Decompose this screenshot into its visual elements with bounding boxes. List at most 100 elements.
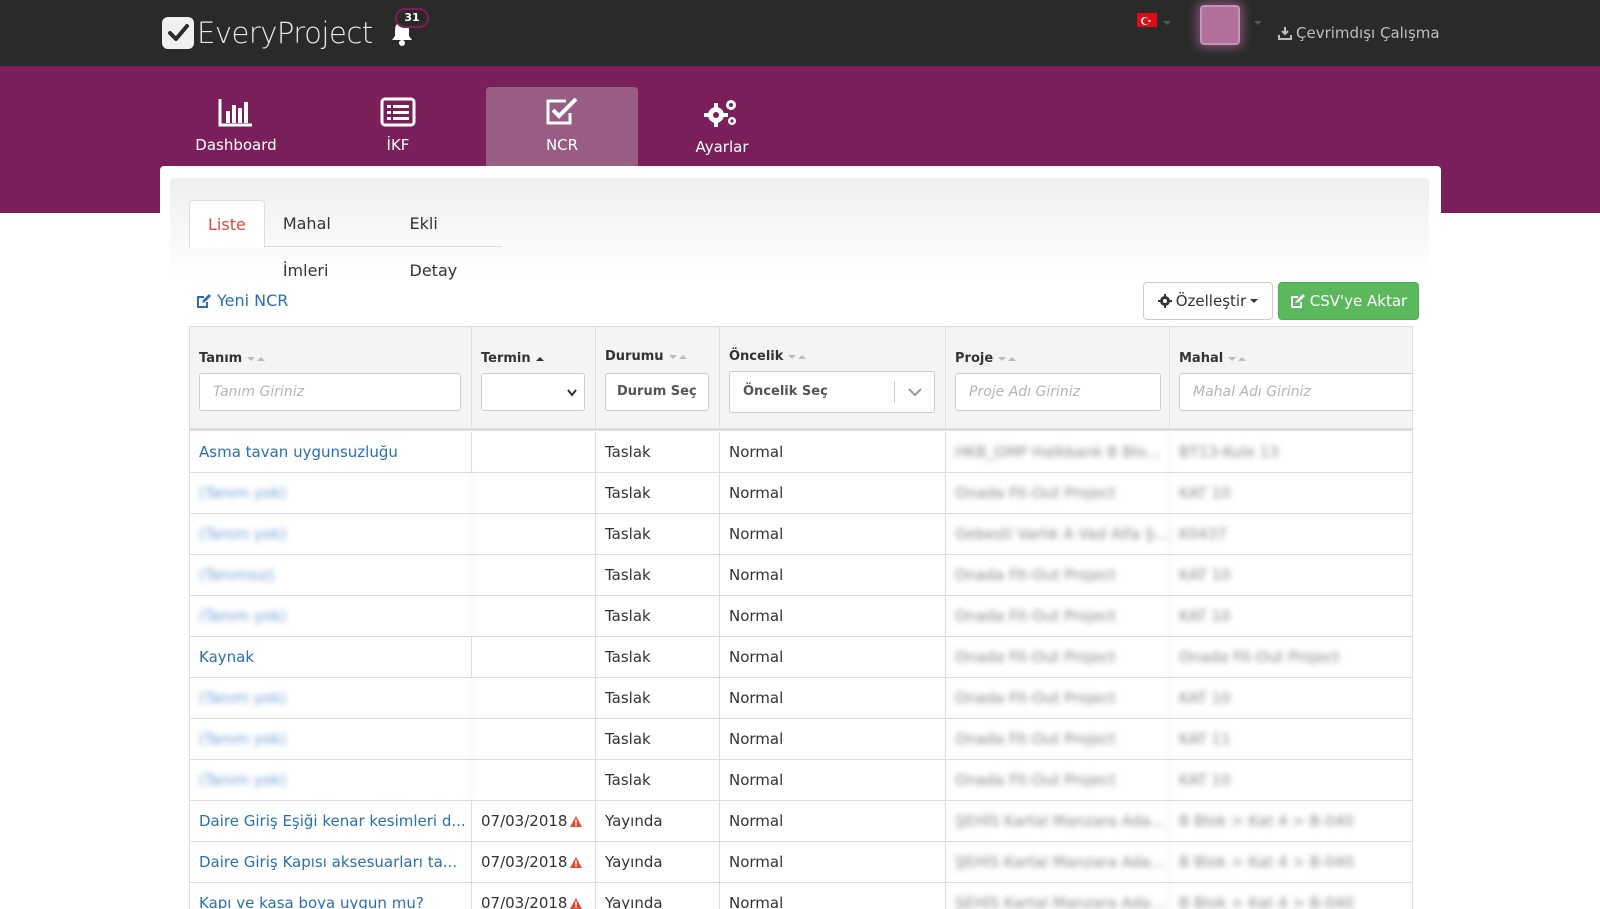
oncelik-text: Normal [729, 443, 784, 461]
column-durumu-header[interactable]: Durumu [605, 349, 687, 364]
table-row[interactable]: Kaynak Taslak Normal Onada Fit-Out Project O… [190, 637, 1412, 678]
durum-text: Taslak [605, 607, 651, 625]
avatar[interactable] [1200, 5, 1240, 45]
table-row[interactable]: Daire Giriş Kapısı aksesuarları ta... 07/… [190, 842, 1412, 883]
mahal-text: KAT 11 [1179, 730, 1231, 748]
proje-text: Onada Fit-Out Project [955, 689, 1116, 707]
brand-name: EveryProject [197, 16, 373, 50]
nav-dashboard[interactable]: Dashboard [160, 87, 312, 166]
column-oncelik-header[interactable]: Öncelik [729, 349, 807, 364]
cell-tanim[interactable]: Kaynak [190, 637, 472, 678]
cell-oncelik: Normal [720, 883, 946, 909]
cell-tanim[interactable]: (Tanımsız) [190, 555, 472, 596]
table-row[interactable]: (Tanımsız) Taslak Normal Onada Fit-Out Proj… [190, 555, 1412, 596]
cell-tanim[interactable]: (Tanım yok) [190, 719, 472, 760]
offline-mode-link[interactable]: Çevrimdışı Çalışma [1278, 24, 1440, 42]
mahal-filter-input[interactable]: Mahal Adı Giriniz [1179, 373, 1412, 411]
proje-filter-input[interactable]: Proje Adı Giriniz [955, 373, 1161, 411]
proje-text: HKB_GMP Halkbank B Blo... [955, 443, 1161, 461]
table-row[interactable]: (Tanım yok) Taslak Normal Onada Fit-Out Pro… [190, 678, 1412, 719]
proje-text: Onada Fit-Out Project [955, 771, 1116, 789]
column-mahal-header[interactable]: Mahal [1179, 351, 1247, 366]
oncelik-text: Normal [729, 894, 784, 909]
termin-text: 07/03/2018 [481, 812, 568, 830]
tanim-text: (Tanım yok) [199, 689, 287, 707]
termin-text: 07/03/2018 [481, 894, 568, 909]
cell-tanim[interactable]: Daire Giriş Eşiği kenar kesimleri d... [190, 801, 472, 842]
ncr-table: Tanım Tanım Giriniz Termin Durumu Durum … [189, 326, 1413, 909]
cell-proje: Onada Fit-Out Project [946, 637, 1170, 678]
mahal-text: B Blok > Kat 4 > B-040 [1179, 894, 1354, 909]
table-row[interactable]: (Tanım yok) Taslak Normal Onada Fit-Out Pro… [190, 719, 1412, 760]
cell-tanim[interactable]: (Tanım yok) [190, 678, 472, 719]
cell-proje: Onada Fit-Out Project [946, 678, 1170, 719]
durum-text: Taslak [605, 484, 651, 502]
cell-termin [472, 432, 596, 473]
table-header: Tanım Tanım Giriniz Termin Durumu Durum … [190, 327, 1412, 431]
column-tanim-header[interactable]: Tanım [199, 351, 266, 366]
durum-text: Taslak [605, 443, 651, 461]
customize-caret-icon [1250, 299, 1259, 303]
durum-text: Taslak [605, 689, 651, 707]
tab-mahal-imleri[interactable]: Mahal İmleri [265, 200, 392, 280]
oncelik-filter-select[interactable]: Öncelik Seç [729, 371, 935, 413]
table-row[interactable]: Asma tavan uygunsuzluğu Taslak Normal HKB_G… [190, 432, 1412, 473]
mahal-text: B Blok > Kat 4 > B-040 [1179, 853, 1354, 871]
customize-button[interactable]: Özelleştir [1143, 282, 1273, 320]
column-proje-header[interactable]: Proje [955, 351, 1017, 366]
table-row[interactable]: (Tanım yok) Taslak Normal Gebesti Varlık A … [190, 514, 1412, 555]
language-caret-icon[interactable] [1163, 21, 1171, 25]
new-ncr-link[interactable]: Yeni NCR [196, 291, 288, 310]
cell-proje: Onada Fit-Out Project [946, 760, 1170, 801]
nav-ikf[interactable]: İKF [322, 87, 474, 166]
cell-mahal: KAT 10 [1170, 760, 1412, 801]
cell-tanim[interactable]: (Tanım yok) [190, 473, 472, 514]
table-row[interactable]: Kapı ve kasa boya uygun mu? 07/03/2018 Yay… [190, 883, 1412, 909]
tanim-filter-input[interactable]: Tanım Giriniz [199, 373, 461, 411]
table-row[interactable]: (Tanım yok) Taslak Normal Onada Fit-Out Pro… [190, 596, 1412, 637]
cell-tanim[interactable]: (Tanım yok) [190, 760, 472, 801]
tanim-text: (Tanım yok) [199, 771, 287, 789]
cell-termin: 07/03/2018 [472, 883, 596, 909]
cell-mahal: KAT 10 [1170, 555, 1412, 596]
customize-label: Özelleştir [1175, 292, 1247, 310]
table-row[interactable]: (Tanım yok) Taslak Normal Onada Fit-Out Pro… [190, 760, 1412, 801]
check-square-icon [546, 97, 578, 125]
mahal-text: KAT 10 [1179, 484, 1231, 502]
cell-mahal: B Blok > Kat 4 > B-040 [1170, 842, 1412, 883]
user-menu-caret-icon[interactable] [1254, 21, 1262, 25]
nav-ncr[interactable]: NCR [486, 87, 638, 166]
column-termin-header[interactable]: Termin [481, 351, 544, 366]
tanim-text: Daire Giriş Kapısı aksesuarları ta... [199, 853, 458, 871]
cell-tanim[interactable]: Kapı ve kasa boya uygun mu? [190, 883, 472, 909]
notification-count-badge[interactable]: 31 [395, 8, 429, 28]
sort-icon [668, 354, 687, 359]
cell-tanim[interactable]: (Tanım yok) [190, 514, 472, 555]
logo-check-icon [162, 17, 194, 49]
cell-oncelik: Normal [720, 514, 946, 555]
table-row[interactable]: (Tanım yok) Taslak Normal Onada Fit-Out Pro… [190, 473, 1412, 514]
tanim-text: Kaynak [199, 648, 255, 666]
mahal-text: KAT 10 [1179, 566, 1231, 584]
csv-export-button[interactable]: CSV'ye Aktar [1278, 282, 1419, 320]
cell-proje: Onada Fit-Out Project [946, 719, 1170, 760]
cell-tanim[interactable]: Daire Giriş Kapısı aksesuarları ta... [190, 842, 472, 883]
turkish-flag-icon[interactable] [1137, 13, 1157, 27]
cell-proje: Onada Fit-Out Project [946, 555, 1170, 596]
nav-ayarlar[interactable]: Ayarlar [646, 87, 798, 166]
cell-tanim[interactable]: Asma tavan uygunsuzluğu [190, 432, 472, 473]
logo[interactable]: EveryProject [162, 16, 373, 50]
cell-proje: HKB_GMP Halkbank B Blo... [946, 432, 1170, 473]
mahal-text: KAT 10 [1179, 771, 1231, 789]
table-row[interactable]: Daire Giriş Eşiği kenar kesimleri d... 07… [190, 801, 1412, 842]
tab-ekli-detay[interactable]: Ekli Detay [392, 200, 502, 280]
cell-mahal: K0437 [1170, 514, 1412, 555]
cell-tanim[interactable]: (Tanım yok) [190, 596, 472, 637]
sort-icon [247, 356, 266, 361]
edit-icon [197, 293, 211, 308]
tab-liste[interactable]: Liste [189, 200, 265, 248]
termin-filter-select[interactable] [481, 373, 585, 411]
oncelik-text: Normal [729, 689, 784, 707]
durum-filter-select[interactable]: Durum Seç [605, 373, 709, 411]
nav-ikf-label: İKF [386, 136, 410, 154]
